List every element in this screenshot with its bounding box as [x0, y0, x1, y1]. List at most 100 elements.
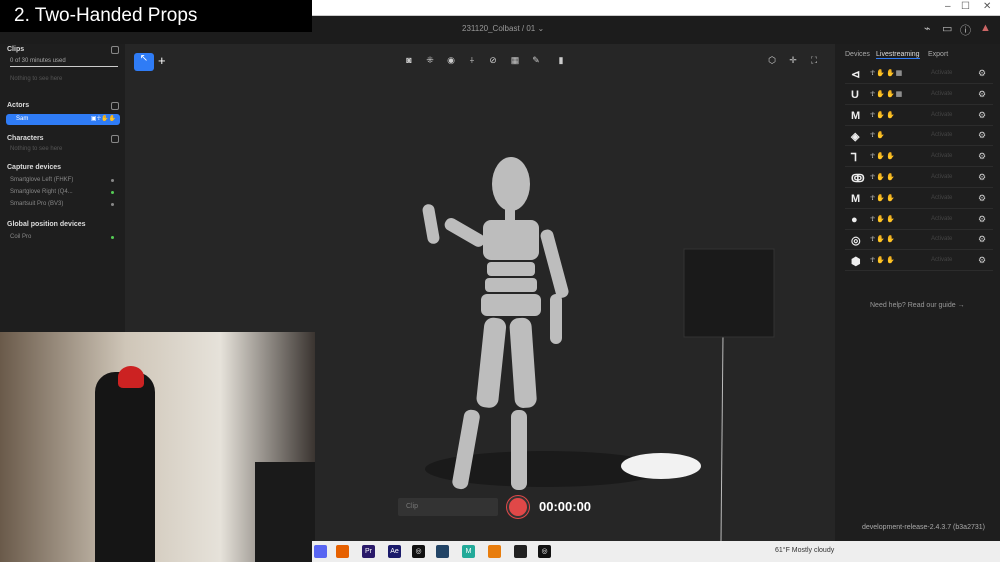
actor-name: Sam — [16, 116, 28, 122]
activate-button[interactable]: Activate — [931, 257, 952, 263]
integration-row: U ☥✋✋▦ Activate ⚙ — [845, 85, 993, 105]
integration-row: ⅂☥✋✋Activate⚙ — [845, 147, 993, 167]
tab-export[interactable]: Export — [928, 51, 948, 58]
capability-icons: ☥✋✋ — [870, 256, 896, 264]
tab-livestreaming[interactable]: Livestreaming — [876, 51, 920, 59]
maximize-button[interactable]: ☐ — [961, 1, 970, 12]
person — [95, 372, 155, 562]
clips-empty: Nothing to see here — [10, 76, 62, 82]
gear-icon[interactable]: ⚙ — [978, 68, 986, 79]
integration-logo-icon: ◎ — [851, 234, 861, 247]
status-dot — [111, 179, 114, 182]
window-titlebar: – ☐ ✕ — [312, 0, 1000, 16]
discord-icon[interactable] — [314, 545, 327, 558]
motionbuilder-icon[interactable]: M — [462, 545, 475, 558]
help-link[interactable]: Need help? Read our guide → — [870, 302, 965, 309]
actor-item[interactable]: Sam ▣☥✋✋ — [6, 114, 120, 125]
device-item[interactable]: Coil Pro — [10, 234, 31, 240]
integration-logo-icon: M — [851, 193, 860, 205]
activate-button[interactable]: Activate — [931, 132, 952, 138]
close-button[interactable]: ✕ — [983, 1, 991, 12]
integration-logo-icon: ● — [851, 214, 858, 226]
firefox-icon[interactable] — [336, 545, 349, 558]
activate-button[interactable]: Activate — [931, 91, 952, 97]
activate-button[interactable]: Activate — [931, 70, 952, 76]
activate-button[interactable]: Activate — [931, 174, 952, 180]
integration-logo-icon: M — [851, 110, 860, 122]
capability-icons: ☥✋✋ — [870, 215, 896, 223]
no-stream-icon[interactable]: ⌁ — [924, 22, 931, 35]
webcam-overlay — [0, 332, 315, 562]
integration-logo-icon: ⅂ — [851, 151, 857, 164]
rokoko-icon[interactable]: ◎ — [538, 545, 551, 558]
integration-row: ◈ ☥✋ Activate ⚙ — [845, 126, 993, 146]
integration-row: ⊲ ☥✋✋▦ Activate ⚙ — [845, 64, 993, 84]
speaker — [255, 462, 315, 562]
weather-widget[interactable]: 61°F Mostly cloudy — [775, 547, 834, 554]
avatar[interactable]: ▲ — [980, 22, 991, 34]
clip-name-input[interactable]: Clip — [398, 498, 498, 516]
activate-button[interactable]: Activate — [931, 153, 952, 159]
clips-usage: 0 of 30 minutes used — [10, 58, 66, 64]
global-position-header: Global position devices — [7, 221, 86, 228]
usage-bar — [10, 66, 118, 67]
prop-box — [684, 249, 774, 337]
record-timer: 00:00:00 — [539, 499, 591, 514]
windows-taskbar: Pr Ae ◎ M ◎ — [312, 541, 1000, 562]
integration-logo-icon: ⊲ — [851, 68, 860, 81]
video-chapter-title: 2. Two-Handed Props — [0, 0, 312, 32]
gear-icon[interactable]: ⚙ — [978, 110, 986, 121]
integration-logo-icon: ⬢ — [851, 255, 861, 268]
capability-icons: ☥✋✋▦ — [870, 69, 903, 77]
record-button[interactable] — [507, 496, 529, 518]
add-clip-folder-icon[interactable] — [111, 46, 119, 54]
activate-button[interactable]: Activate — [931, 216, 952, 222]
integration-logo-icon: ◈ — [851, 130, 859, 143]
help-icon[interactable]: ⓘ — [960, 22, 971, 38]
gear-icon[interactable]: ⚙ — [978, 234, 986, 245]
gear-icon[interactable]: ⚙ — [978, 214, 986, 225]
activate-button[interactable]: Activate — [931, 236, 952, 242]
obs-icon[interactable]: ◎ — [412, 545, 425, 558]
status-dot — [111, 203, 114, 206]
blender-icon[interactable] — [488, 545, 501, 558]
capability-icons: ☥✋✋▦ — [870, 90, 903, 98]
gear-icon[interactable]: ⚙ — [978, 193, 986, 204]
premiere-icon[interactable]: Pr — [362, 545, 375, 558]
gear-icon[interactable]: ⚙ — [978, 151, 986, 162]
floor-disc — [621, 453, 701, 479]
device-item[interactable]: Smartglove Left (FHKF) — [10, 177, 73, 183]
after-effects-icon[interactable]: Ae — [388, 545, 401, 558]
gear-icon[interactable]: ⚙ — [978, 89, 986, 100]
prop-pole — [721, 334, 723, 541]
epic-icon[interactable] — [514, 545, 527, 558]
device-item[interactable]: Smartsuit Pro (BV3) — [10, 201, 63, 207]
capture-devices-header: Capture devices — [7, 164, 61, 171]
integration-row: ⬢ ☥✋✋ Activate ⚙ — [845, 251, 993, 271]
red-beanie — [118, 366, 144, 388]
minimize-button[interactable]: – — [945, 1, 951, 12]
integration-row: M☥✋✋Activate⚙ — [845, 106, 993, 126]
integration-row: ↂ ☥✋✋ Activate ⚙ — [845, 168, 993, 188]
mannequin — [422, 157, 570, 490]
capability-icons: ☥✋ — [870, 131, 886, 139]
tab-devices[interactable]: Devices — [845, 51, 870, 58]
device-item[interactable]: Smartglove Right (Q4... — [10, 189, 73, 195]
activate-button[interactable]: Activate — [931, 195, 952, 201]
actors-header: Actors — [7, 102, 29, 109]
capability-icons: ☥✋✋ — [870, 173, 896, 181]
gear-icon[interactable]: ⚙ — [978, 255, 986, 266]
activate-button[interactable]: Activate — [931, 112, 952, 118]
gear-icon[interactable]: ⚙ — [978, 130, 986, 141]
version-label: development-release-2.4.3.7 (b3a2731) — [862, 524, 985, 531]
youtube-icon[interactable]: ▭ — [942, 22, 952, 35]
gear-icon[interactable]: ⚙ — [978, 172, 986, 183]
add-character-button[interactable] — [111, 135, 119, 143]
integration-logo-icon: U — [851, 89, 859, 101]
unity-icon[interactable] — [436, 545, 449, 558]
add-actor-button[interactable] — [111, 102, 119, 110]
capability-icons: ☥✋✋ — [870, 235, 896, 243]
project-selector[interactable]: 231120_Colbast / 01 ⌄ — [462, 24, 544, 33]
integration-logo-icon: ↂ — [851, 172, 865, 185]
actor-device-icons: ▣☥✋✋ — [91, 115, 116, 122]
